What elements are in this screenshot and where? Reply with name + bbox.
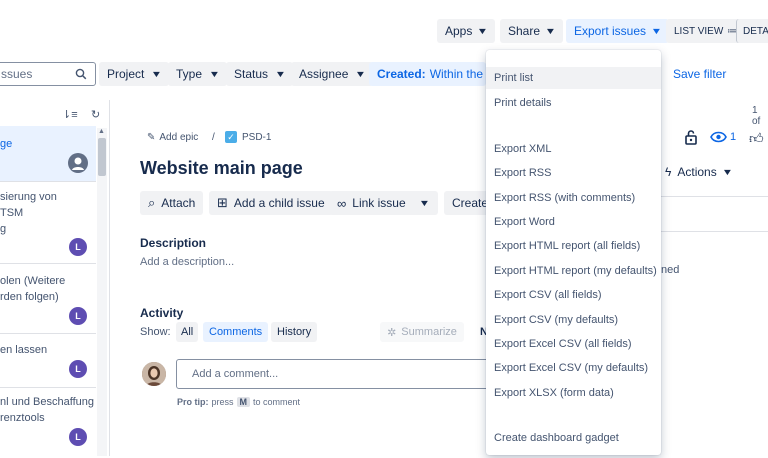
menu-item-export-rss-comments[interactable]: Export RSS (with comments) bbox=[486, 187, 661, 209]
avatar-icon bbox=[68, 153, 88, 173]
user-avatar bbox=[142, 362, 166, 386]
show-label: Show: bbox=[140, 326, 171, 338]
share-button[interactable]: Share ▼ bbox=[500, 19, 563, 43]
tab-history[interactable]: History bbox=[271, 322, 318, 342]
detail-view-button[interactable]: DETAI bbox=[736, 19, 768, 43]
avatar: L bbox=[69, 238, 87, 256]
issue-title[interactable]: Website main page bbox=[140, 158, 303, 179]
status-filter[interactable]: Status ▼ bbox=[226, 62, 293, 86]
tab-comments[interactable]: Comments bbox=[203, 322, 269, 342]
actions-button[interactable]: ϟ Actions ▼ bbox=[665, 165, 733, 179]
save-filter-link[interactable]: Save filter bbox=[673, 67, 726, 81]
lock-icon[interactable] bbox=[684, 129, 698, 150]
export-issues-button[interactable]: Export issues ▼ bbox=[566, 19, 669, 43]
add-epic-link[interactable]: ✎ Add epic bbox=[147, 132, 198, 143]
menu-item-create-dashboard-gadget[interactable]: Create dashboard gadget bbox=[486, 427, 661, 449]
menu-item-export-word[interactable]: Export Word bbox=[486, 211, 661, 233]
search-input[interactable]: ssues bbox=[0, 62, 96, 86]
sparkle-icon: ✲ bbox=[387, 326, 397, 339]
link-icon: ∞ bbox=[337, 195, 347, 211]
activity-heading: Activity bbox=[140, 306, 184, 320]
sort-icon[interactable]: ⇂≡ bbox=[62, 108, 78, 121]
eye-icon bbox=[710, 131, 727, 143]
chevron-down-icon: ▼ bbox=[208, 69, 221, 79]
thumbs-up-icon[interactable]: 👍︎ bbox=[749, 130, 764, 147]
menu-item-export-html-all[interactable]: Export HTML report (all fields) bbox=[486, 235, 661, 257]
list-view-button[interactable]: LIST VIEW ≔ bbox=[666, 19, 746, 43]
issue-key-link[interactable]: ✓ PSD-1 bbox=[225, 131, 271, 143]
assignee-filter[interactable]: Assignee ▼ bbox=[291, 62, 374, 86]
link-issue-button[interactable]: ∞ Link issue bbox=[329, 191, 414, 215]
created-filter[interactable]: Created:Within the la bbox=[369, 62, 486, 86]
menu-item-export-html-defaults[interactable]: Export HTML report (my defaults) bbox=[486, 260, 661, 282]
menu-item-export-excel-csv-defaults[interactable]: Export Excel CSV (my defaults) bbox=[486, 357, 661, 379]
avatar: L bbox=[69, 360, 87, 378]
type-filter[interactable]: Type ▼ bbox=[168, 62, 227, 86]
menu-item-export-xml[interactable]: Export XML bbox=[486, 138, 661, 160]
chevron-down-icon: ▼ bbox=[274, 69, 287, 79]
list-item[interactable]: ge bbox=[0, 126, 96, 182]
link-issue-dropdown[interactable]: ▼ bbox=[414, 191, 438, 215]
list-item[interactable]: nl und Beschaffung renztools L bbox=[0, 388, 96, 456]
create-button[interactable]: Create bbox=[444, 191, 488, 215]
attach-button[interactable]: ⌕ Attach bbox=[140, 191, 204, 215]
list-item[interactable]: en lassen L bbox=[0, 334, 96, 388]
chevron-down-icon: ▼ bbox=[151, 69, 163, 79]
watch-button[interactable]: 1 bbox=[710, 131, 736, 143]
chevron-down-icon: ▼ bbox=[544, 26, 557, 36]
add-child-issue-button[interactable]: ⊞ Add a child issue bbox=[209, 191, 333, 215]
search-icon bbox=[75, 68, 87, 80]
details-panel-header bbox=[661, 196, 768, 232]
description-field[interactable]: Add a description... bbox=[140, 256, 234, 268]
chevron-down-icon: ▼ bbox=[418, 198, 431, 208]
comment-input[interactable]: Add a comment... bbox=[176, 359, 496, 389]
project-filter[interactable]: Project ▼ bbox=[99, 62, 170, 86]
avatar: L bbox=[69, 307, 87, 325]
list-item[interactable]: sierung von TSM g L bbox=[0, 182, 96, 264]
avatar: L bbox=[69, 428, 87, 446]
chevron-down-icon: ▼ bbox=[721, 167, 733, 177]
apps-button[interactable]: Apps ▼ bbox=[437, 19, 496, 43]
menu-item-export-csv-all[interactable]: Export CSV (all fields) bbox=[486, 284, 661, 306]
pro-tip: Pro tip: press M to comment bbox=[177, 397, 301, 407]
pager-text: 1 of bbox=[752, 105, 761, 127]
assignee-value: ned bbox=[661, 264, 680, 276]
lightning-icon: ϟ bbox=[665, 165, 672, 179]
scrollbar[interactable]: ▲ bbox=[97, 128, 107, 456]
list-item[interactable]: olen (Weitere rden folgen) L bbox=[0, 264, 96, 334]
description-heading: Description bbox=[140, 236, 207, 250]
chevron-down-icon: ▼ bbox=[477, 26, 489, 36]
paperclip-icon: ⌕ bbox=[148, 195, 156, 210]
menu-item-print-list[interactable]: Print list bbox=[486, 67, 661, 89]
refresh-icon[interactable]: ↻ bbox=[91, 108, 100, 121]
pencil-icon: ✎ bbox=[147, 132, 156, 143]
hierarchy-icon: ⊞ bbox=[217, 195, 228, 210]
summarize-button[interactable]: ✲ Summarize bbox=[380, 322, 464, 342]
tab-all[interactable]: All bbox=[176, 322, 199, 342]
chevron-down-icon: ▼ bbox=[355, 69, 367, 79]
menu-item-export-excel-csv-all[interactable]: Export Excel CSV (all fields) bbox=[486, 333, 661, 355]
menu-item-export-xlsx[interactable]: Export XLSX (form data) bbox=[486, 382, 661, 404]
export-issues-menu: Print list Print details Export XML Expo… bbox=[486, 50, 661, 455]
breadcrumb-separator: / bbox=[212, 132, 215, 143]
task-checkbox-icon: ✓ bbox=[225, 131, 237, 143]
menu-item-export-csv-defaults[interactable]: Export CSV (my defaults) bbox=[486, 309, 661, 331]
chevron-down-icon: ▼ bbox=[650, 26, 663, 36]
menu-item-print-details[interactable]: Print details bbox=[486, 92, 661, 114]
menu-item-export-rss[interactable]: Export RSS bbox=[486, 162, 661, 184]
